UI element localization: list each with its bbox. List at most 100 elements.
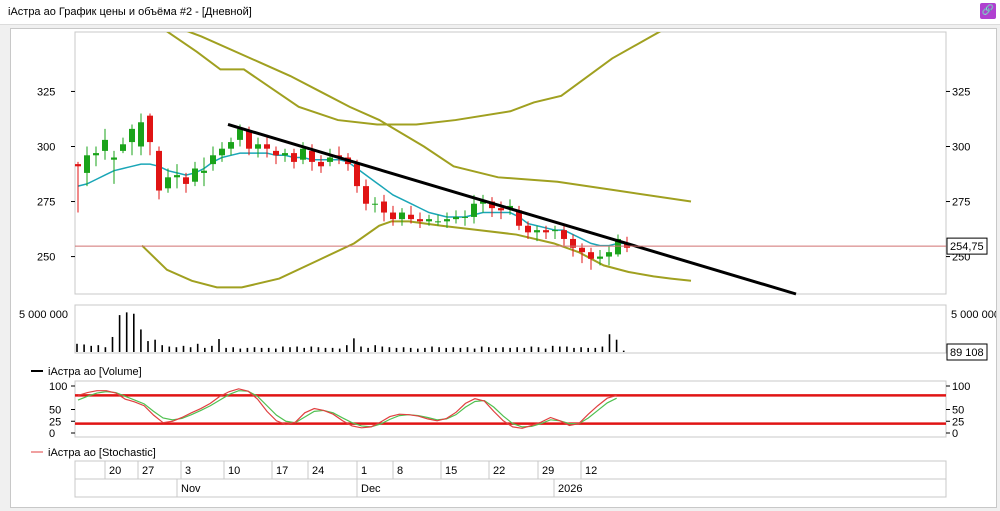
stoch-tick-label: 50 bbox=[49, 405, 61, 417]
price-tick-label: 325 bbox=[952, 86, 970, 98]
stoch-tick-label: 0 bbox=[49, 428, 55, 440]
candle-body bbox=[219, 148, 225, 156]
price-tick-label: 325 bbox=[37, 86, 55, 98]
day-label: 27 bbox=[142, 465, 154, 477]
candle-body bbox=[300, 148, 306, 160]
day-label: 1 bbox=[361, 465, 367, 477]
candle-body bbox=[282, 153, 288, 156]
candle-body bbox=[309, 150, 315, 162]
candle-body bbox=[597, 256, 603, 259]
volume-last-box: 89 108 bbox=[946, 343, 988, 361]
candle-body bbox=[534, 230, 540, 233]
day-label: 3 bbox=[185, 465, 191, 477]
candle-body bbox=[120, 144, 126, 151]
stoch-tick-label: 25 bbox=[49, 416, 61, 428]
volume-tick-right: 5 000 000 bbox=[951, 309, 996, 321]
price-tick-label: 275 bbox=[37, 197, 55, 209]
candle-body bbox=[246, 131, 252, 149]
candle-body bbox=[408, 214, 414, 220]
time-axis bbox=[74, 460, 947, 498]
link-icon[interactable]: 🔗 bbox=[980, 3, 996, 19]
price-tick-label: 250 bbox=[37, 252, 55, 264]
volume-legend: iАстра ао [Volume] bbox=[48, 366, 142, 378]
candle-body bbox=[264, 144, 270, 149]
candle-body bbox=[147, 115, 153, 143]
candle-body bbox=[363, 186, 369, 204]
candle-body bbox=[318, 161, 324, 167]
candle-body bbox=[435, 221, 441, 223]
candle-body bbox=[174, 175, 180, 178]
candle-body bbox=[417, 219, 423, 222]
window-titlebar: iАстра ао График цены и объёма #2 - [Дне… bbox=[0, 0, 1000, 25]
candle-body bbox=[444, 219, 450, 222]
candle-body bbox=[129, 128, 135, 143]
candle-body bbox=[111, 157, 117, 160]
stoch-legend: iАстра ао [Stochastic] bbox=[48, 447, 156, 459]
day-label: 17 bbox=[276, 465, 288, 477]
volume-last-label: 89 108 bbox=[950, 347, 984, 359]
candle-body bbox=[453, 216, 459, 220]
candle-body bbox=[192, 168, 198, 182]
candle-body bbox=[426, 219, 432, 222]
window-title: iАстра ао График цены и объёма #2 - [Дне… bbox=[8, 6, 252, 18]
day-label: 15 bbox=[445, 465, 457, 477]
candle-body bbox=[183, 177, 189, 184]
month-label: 2026 bbox=[558, 483, 582, 495]
volume-tick-left: 5 000 000 bbox=[19, 309, 68, 321]
day-label: 29 bbox=[542, 465, 554, 477]
day-label: 22 bbox=[493, 465, 505, 477]
candle-body bbox=[201, 170, 207, 173]
month-label: Dec bbox=[361, 483, 381, 495]
candle-body bbox=[84, 155, 90, 173]
price-tick-label: 300 bbox=[952, 141, 970, 153]
day-label: 20 bbox=[109, 465, 121, 477]
candle-body bbox=[102, 139, 108, 151]
last-price-box: 254,75 bbox=[946, 237, 988, 255]
stoch-tick-label: 25 bbox=[952, 416, 964, 428]
day-label: 8 bbox=[397, 465, 403, 477]
candle-body bbox=[381, 201, 387, 213]
candle-body bbox=[372, 203, 378, 205]
stoch-tick-label: 50 bbox=[952, 405, 964, 417]
candle-body bbox=[588, 252, 594, 259]
candle-body bbox=[606, 252, 612, 257]
candle-body bbox=[390, 212, 396, 220]
candle-body bbox=[93, 153, 99, 156]
candle-body bbox=[327, 157, 333, 162]
price-tick-label: 275 bbox=[952, 197, 970, 209]
day-label: 24 bbox=[312, 465, 324, 477]
candle-body bbox=[75, 164, 81, 167]
candle-body bbox=[210, 155, 216, 165]
candle-body bbox=[525, 225, 531, 233]
candle-body bbox=[138, 122, 144, 147]
candle-body bbox=[462, 216, 468, 218]
stoch-pane bbox=[74, 380, 947, 438]
candle-body bbox=[291, 153, 297, 162]
candle-body bbox=[165, 177, 171, 189]
candle-body bbox=[498, 208, 504, 211]
candle-body bbox=[354, 164, 360, 187]
candle-body bbox=[255, 144, 261, 149]
candle-body bbox=[273, 150, 279, 156]
candle-body bbox=[579, 247, 585, 253]
candle-body bbox=[561, 230, 567, 239]
candle-body bbox=[156, 150, 162, 191]
stoch-tick-label: 0 bbox=[952, 428, 958, 440]
stoch-tick-label: 100 bbox=[49, 381, 67, 393]
candle-body bbox=[552, 230, 558, 232]
day-label: 12 bbox=[585, 465, 597, 477]
candle-body bbox=[237, 128, 243, 140]
day-label: 10 bbox=[228, 465, 240, 477]
candle-body bbox=[543, 230, 549, 233]
candle-body bbox=[399, 212, 405, 220]
candle-body bbox=[228, 142, 234, 149]
price-tick-label: 300 bbox=[37, 141, 55, 153]
volume-pane bbox=[74, 304, 947, 354]
candle-body bbox=[471, 203, 477, 217]
stoch-tick-label: 100 bbox=[952, 381, 970, 393]
price-pane bbox=[74, 31, 947, 295]
last-price-label: 254,75 bbox=[950, 241, 984, 253]
chart-svg: 250275300325 250275300325 254,75 5 000 0… bbox=[19, 31, 1000, 498]
chart-frame: 250 275 300 325 250 275 300 325 254,75 5 000 0… bbox=[10, 28, 1000, 508]
month-label: Nov bbox=[181, 483, 201, 495]
